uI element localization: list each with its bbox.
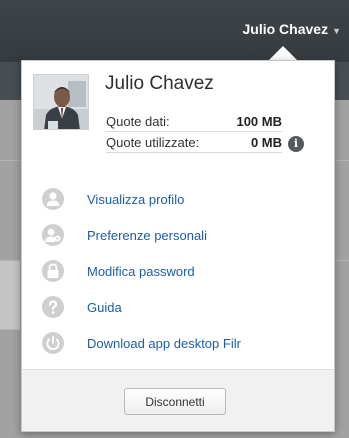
user-dropdown-menu: Julio Chavez Quote dati: 100 MB Quote ut… — [21, 60, 335, 432]
user-menu-label: Julio Chavez — [242, 21, 329, 37]
menu-item-preferences[interactable]: Preferenze personali — [42, 217, 322, 253]
menu-item-label: Guida — [87, 299, 122, 315]
lock-icon — [42, 260, 64, 282]
chevron-down-icon: ▼ — [332, 25, 341, 36]
menu-item-label: Modifica password — [87, 263, 195, 279]
dropdown-caret — [269, 46, 297, 60]
quota-label: Quote utilizzate: — [106, 134, 200, 150]
dropdown-footer: Disconnetti — [22, 369, 334, 431]
menu-item-label: Visualizza profilo — [87, 191, 185, 207]
menu-item-download-desktop-app[interactable]: Download app desktop Filr — [42, 325, 322, 361]
screen: Julio Chavez ▼ Julio Chavez Quote dati: … — [0, 0, 349, 438]
user-menu-list: Visualizza profilo Preferenze personali — [42, 181, 322, 361]
logout-button[interactable]: Disconnetti — [124, 388, 226, 415]
quota-row-used: Quote utilizzate: 0 MB — [106, 132, 282, 153]
quota-value: 100 MB — [236, 113, 282, 129]
avatar[interactable] — [33, 74, 89, 130]
info-icon[interactable]: i — [288, 136, 304, 152]
help-icon — [42, 296, 64, 318]
quota-value: 0 MB — [250, 134, 282, 150]
menu-item-change-password[interactable]: Modifica password — [42, 253, 322, 289]
menu-item-view-profile[interactable]: Visualizza profilo — [42, 181, 322, 217]
quota-row-data: Quote dati: 100 MB — [106, 111, 282, 132]
quota-table: Quote dati: 100 MB Quote utilizzate: 0 M… — [106, 111, 282, 153]
menu-item-help[interactable]: Guida — [42, 289, 322, 325]
quota-label: Quote dati: — [106, 113, 170, 129]
power-icon — [42, 332, 64, 354]
user-full-name: Julio Chavez — [105, 73, 214, 94]
user-menu-button[interactable]: Julio Chavez ▼ — [242, 18, 341, 40]
menu-item-label: Preferenze personali — [87, 227, 207, 243]
menu-item-label: Download app desktop Filr — [87, 335, 241, 351]
user-icon — [42, 188, 64, 210]
user-settings-icon — [42, 224, 64, 246]
background-panel — [0, 260, 20, 330]
